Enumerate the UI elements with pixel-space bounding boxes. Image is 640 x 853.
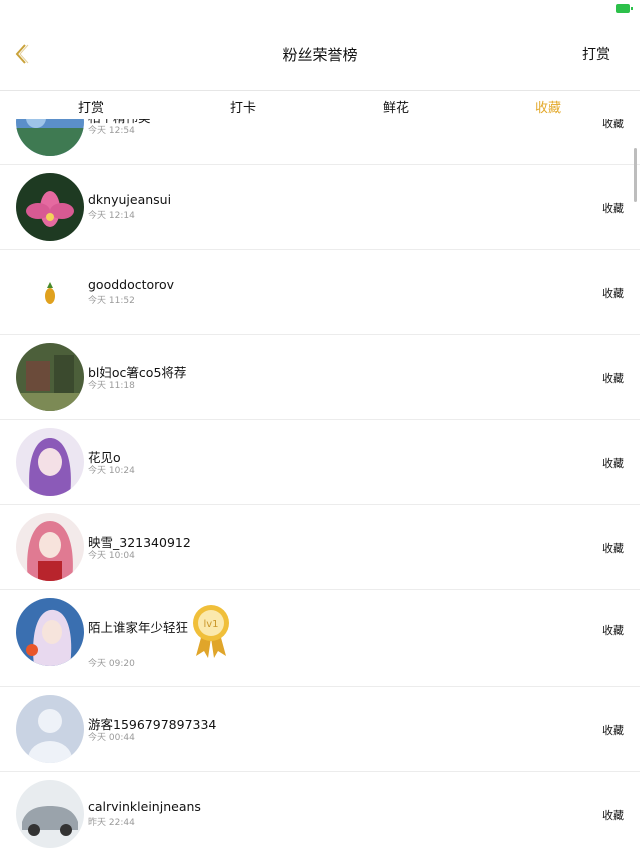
list-item[interactable]: 映雪_321340912 今天 10:04 收藏 [0, 505, 640, 590]
status-bar [0, 0, 640, 20]
list-item[interactable]: 相个精伟美 今天 12:54 收藏 [0, 118, 640, 165]
tab-bar: 打赏 打卡 鲜花 收藏 [0, 90, 640, 119]
medal-level-text: lv1 [203, 619, 218, 630]
list-item[interactable]: dknyujeansui 今天 12:14 收藏 [0, 165, 640, 250]
avatar [16, 343, 84, 411]
favorite-label: 收藏 [602, 287, 624, 300]
timestamp: 昨天 22:44 [88, 818, 135, 828]
page-title: 粉丝荣誉榜 [282, 46, 358, 64]
timestamp: 今天 12:54 [88, 126, 135, 136]
list-item[interactable]: 游客1596797897334 今天 00:44 收藏 [0, 687, 640, 772]
favorite-label: 收藏 [602, 809, 624, 822]
list-item[interactable]: calrvinkleinjneans 昨天 22:44 收藏 [0, 772, 640, 853]
user-name: dknyujeansui [88, 192, 172, 207]
tab-reward[interactable]: 打赏 [51, 97, 131, 116]
avatar [16, 513, 84, 581]
tab-flowers[interactable]: 鲜花 [356, 97, 436, 116]
avatar [16, 428, 84, 496]
list-item[interactable]: 陌上谁家年少轻狂 lv1 今天 09:20 收藏 [0, 590, 640, 687]
favorite-label: 收藏 [602, 372, 624, 385]
timestamp: 今天 12:14 [88, 211, 135, 221]
avatar [16, 695, 84, 763]
list-item[interactable]: bl妇oc箸co5将荐 今天 11:18 收藏 [0, 335, 640, 420]
list-item[interactable]: gooddoctorov 今天 11:52 收藏 [0, 250, 640, 335]
favorite-label: 收藏 [602, 542, 624, 555]
favorite-label: 收藏 [602, 457, 624, 470]
user-name: gooddoctorov [88, 277, 175, 292]
nav-bar: 粉丝荣誉榜 打赏 [0, 20, 640, 88]
avatar [16, 258, 84, 326]
favorite-label: 收藏 [602, 624, 624, 637]
tab-favorites[interactable]: 收藏 [508, 97, 588, 116]
user-name: calrvinkleinjneans [88, 799, 201, 814]
timestamp: 今天 11:52 [88, 296, 135, 306]
timestamp: 今天 09:20 [88, 659, 135, 669]
avatar [16, 118, 84, 156]
favorite-label: 收藏 [602, 118, 624, 130]
avatar [16, 173, 84, 241]
scrollbar[interactable] [634, 148, 637, 202]
tab-checkin[interactable]: 打卡 [203, 97, 283, 116]
reward-button[interactable]: 打赏 [582, 44, 610, 64]
avatar [16, 780, 84, 848]
level-medal-icon: lv1 [190, 604, 232, 658]
timestamp: 今天 11:18 [88, 381, 135, 391]
timestamp: 今天 00:44 [88, 733, 135, 743]
favorite-label: 收藏 [602, 724, 624, 737]
avatar [16, 598, 84, 666]
battery-icon [616, 4, 633, 13]
timestamp: 今天 10:04 [88, 551, 135, 561]
user-name: 陌上谁家年少轻狂 [88, 620, 189, 635]
favorite-label: 收藏 [602, 202, 624, 215]
timestamp: 今天 10:24 [88, 466, 135, 476]
list-item[interactable]: 花见o 今天 10:24 收藏 [0, 420, 640, 505]
fan-list[interactable]: 相个精伟美 今天 12:54 收藏 dknyujeansui 今天 12:14 … [0, 118, 640, 853]
